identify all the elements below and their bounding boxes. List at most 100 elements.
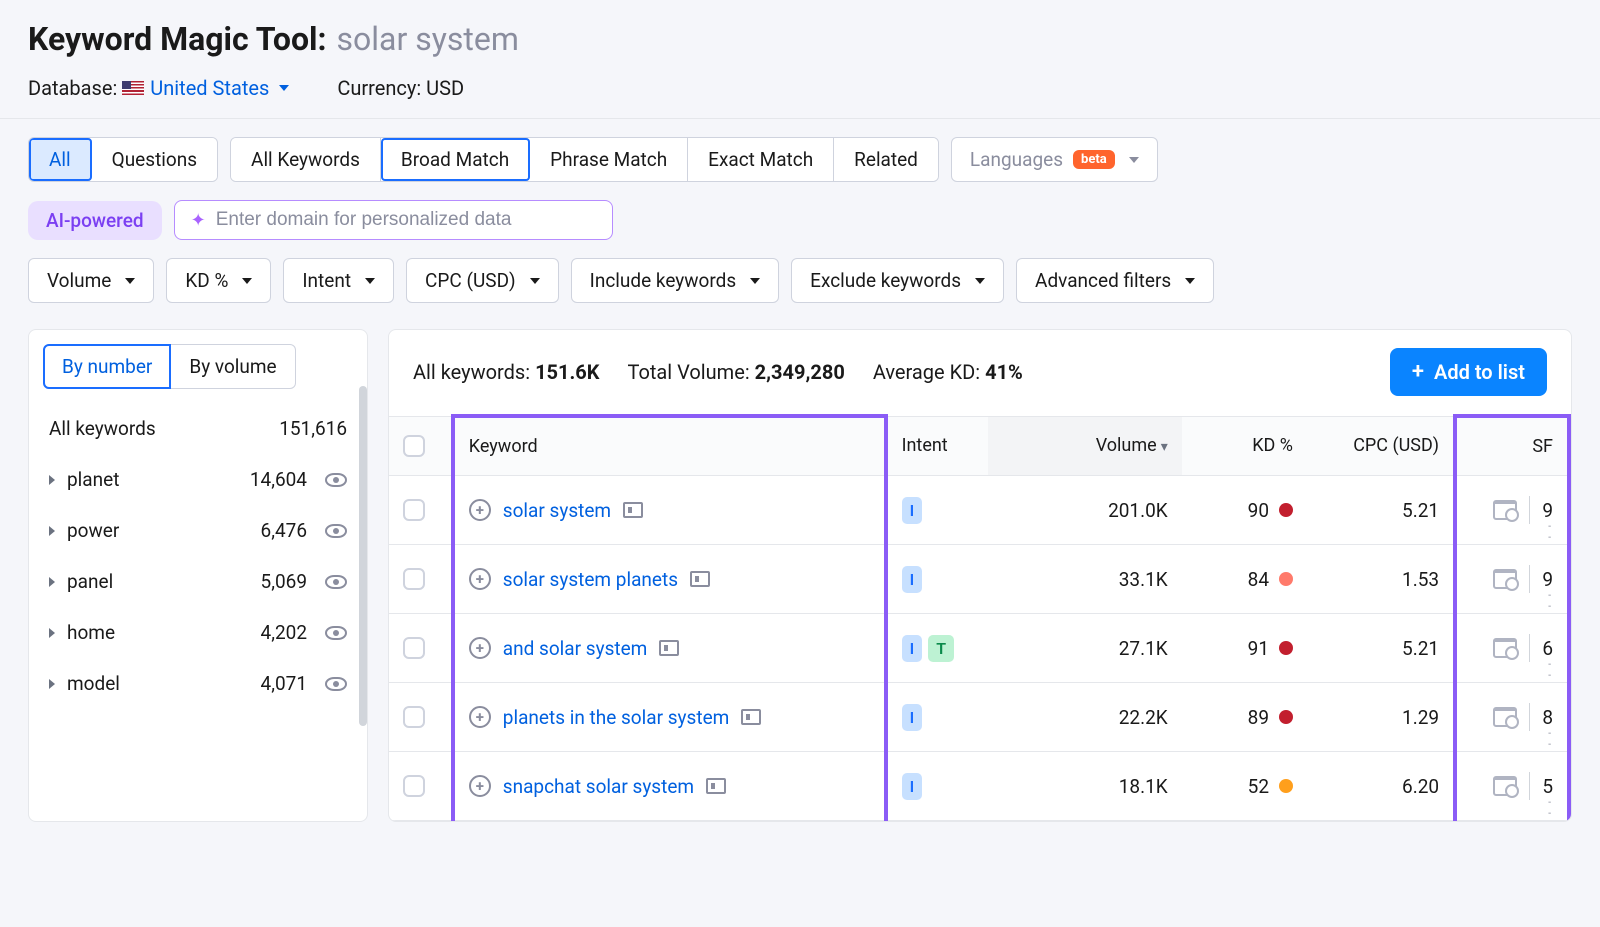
sidebar-item[interactable]: model 4,071 bbox=[29, 658, 367, 709]
add-to-list-button[interactable]: + Add to list bbox=[1390, 348, 1547, 396]
kd-cell: 90 bbox=[1248, 499, 1293, 522]
intent-badge-t: T bbox=[928, 635, 954, 662]
row-checkbox[interactable] bbox=[403, 706, 425, 728]
advanced-filters[interactable]: Advanced filters bbox=[1016, 258, 1214, 303]
cpc-filter[interactable]: CPC (USD) bbox=[406, 258, 559, 303]
sidebar-item[interactable]: home 4,202 bbox=[29, 607, 367, 658]
row-checkbox[interactable] bbox=[403, 499, 425, 521]
serp-icon[interactable] bbox=[690, 571, 710, 587]
languages-dropdown[interactable]: Languages beta bbox=[951, 137, 1158, 182]
sidebar-item[interactable]: planet 14,604 bbox=[29, 454, 367, 505]
seg-broad[interactable]: Broad Match bbox=[381, 138, 530, 181]
seg-all-keywords[interactable]: All Keywords bbox=[231, 138, 381, 181]
col-sf[interactable]: SF bbox=[1455, 416, 1569, 476]
seg-exact[interactable]: Exact Match bbox=[688, 138, 834, 181]
col-kd[interactable]: KD % bbox=[1182, 416, 1307, 476]
col-cpc[interactable]: CPC (USD) bbox=[1307, 416, 1455, 476]
serp-icon[interactable] bbox=[659, 640, 679, 656]
kd-filter[interactable]: KD % bbox=[166, 258, 271, 303]
eye-icon[interactable] bbox=[325, 626, 347, 640]
serp-icon[interactable] bbox=[706, 778, 726, 794]
row-checkbox[interactable] bbox=[403, 775, 425, 797]
chevron-down-icon bbox=[242, 278, 252, 284]
all-keywords-label: All keywords bbox=[49, 417, 156, 440]
keyword-link[interactable]: planets in the solar system bbox=[503, 706, 730, 729]
intent-cell: I bbox=[902, 497, 975, 524]
select-all-checkbox[interactable] bbox=[403, 435, 425, 457]
eye-icon[interactable] bbox=[325, 575, 347, 589]
chevron-right-icon bbox=[49, 577, 55, 587]
keyword-link[interactable]: snapchat solar system bbox=[503, 775, 694, 798]
include-keywords-filter[interactable]: Include keywords bbox=[571, 258, 780, 303]
serp-preview-icon[interactable] bbox=[1493, 500, 1517, 520]
flag-us-icon bbox=[122, 81, 144, 95]
serp-preview-icon[interactable] bbox=[1493, 569, 1517, 589]
kd-dot-icon bbox=[1279, 779, 1293, 793]
sf-count: 9- - bbox=[1542, 499, 1553, 522]
col-volume[interactable]: Volume▾ bbox=[988, 416, 1182, 476]
add-keyword-icon[interactable]: + bbox=[469, 568, 491, 590]
seg-questions[interactable]: Questions bbox=[92, 138, 217, 181]
add-keyword-icon[interactable]: + bbox=[469, 637, 491, 659]
serp-preview-icon[interactable] bbox=[1493, 638, 1517, 658]
volume-cell: 18.1K bbox=[988, 752, 1182, 821]
seg-related[interactable]: Related bbox=[834, 138, 938, 181]
page-header: Keyword Magic Tool: solar system Databas… bbox=[0, 0, 1600, 118]
serp-icon[interactable] bbox=[741, 709, 761, 725]
keyword-link[interactable]: and solar system bbox=[503, 637, 648, 660]
keyword-link[interactable]: solar system bbox=[503, 499, 611, 522]
intent-cell: I bbox=[902, 704, 975, 731]
row-checkbox[interactable] bbox=[403, 637, 425, 659]
add-keyword-icon[interactable]: + bbox=[469, 706, 491, 728]
plus-icon: + bbox=[1412, 361, 1424, 383]
seg-all[interactable]: All bbox=[29, 138, 92, 181]
eye-icon[interactable] bbox=[325, 524, 347, 538]
eye-icon[interactable] bbox=[325, 473, 347, 487]
ai-domain-field[interactable]: ✦ bbox=[174, 200, 613, 240]
ai-domain-input[interactable] bbox=[216, 209, 596, 231]
sidebar-item[interactable]: power 6,476 bbox=[29, 505, 367, 556]
divider bbox=[1529, 565, 1530, 593]
tab-by-volume[interactable]: By volume bbox=[171, 344, 295, 389]
sidebar-summary-row[interactable]: All keywords 151,616 bbox=[29, 403, 367, 454]
kd-dot-icon bbox=[1279, 503, 1293, 517]
sidebar-item-count: 5,069 bbox=[261, 570, 307, 593]
volume-filter[interactable]: Volume bbox=[28, 258, 154, 303]
results-table: Keyword Intent Volume▾ KD % CPC (USD) SF… bbox=[389, 414, 1571, 821]
add-keyword-icon[interactable]: + bbox=[469, 775, 491, 797]
cpc-cell: 1.29 bbox=[1307, 683, 1455, 752]
row-checkbox[interactable] bbox=[403, 568, 425, 590]
col-keyword[interactable]: Keyword bbox=[453, 416, 886, 476]
content-area: By number By volume All keywords 151,616… bbox=[0, 311, 1600, 822]
stat-all-keywords: All keywords: 151.6K bbox=[413, 360, 599, 384]
chevron-down-icon bbox=[365, 278, 375, 284]
keyword-link[interactable]: solar system planets bbox=[503, 568, 678, 591]
scrollbar[interactable] bbox=[359, 386, 367, 726]
kd-dot-icon bbox=[1279, 572, 1293, 586]
database-selector[interactable]: Database: United States bbox=[28, 76, 289, 100]
questions-segment: All Questions bbox=[28, 137, 218, 182]
tab-by-number[interactable]: By number bbox=[43, 344, 171, 389]
col-intent[interactable]: Intent bbox=[886, 416, 989, 476]
add-keyword-icon[interactable]: + bbox=[469, 499, 491, 521]
eye-icon[interactable] bbox=[325, 677, 347, 691]
table-row: + snapchat solar system I 18.1K 52 6.20 … bbox=[389, 752, 1569, 821]
chevron-down-icon bbox=[975, 278, 985, 284]
sf-count: 6- - bbox=[1542, 637, 1553, 660]
sidebar-item-label: model bbox=[67, 672, 249, 695]
sidebar-item[interactable]: panel 5,069 bbox=[29, 556, 367, 607]
serp-preview-icon[interactable] bbox=[1493, 776, 1517, 796]
chevron-down-icon bbox=[1185, 278, 1195, 284]
serp-icon[interactable] bbox=[623, 502, 643, 518]
seg-phrase[interactable]: Phrase Match bbox=[530, 138, 688, 181]
cpc-cell: 5.21 bbox=[1307, 614, 1455, 683]
volume-cell: 201.0K bbox=[988, 476, 1182, 545]
intent-badge-i: I bbox=[902, 497, 923, 524]
all-keywords-count: 151,616 bbox=[279, 417, 347, 440]
volume-cell: 33.1K bbox=[988, 545, 1182, 614]
filters-section: All Questions All Keywords Broad Match P… bbox=[0, 119, 1600, 311]
serp-preview-icon[interactable] bbox=[1493, 707, 1517, 727]
intent-filter[interactable]: Intent bbox=[283, 258, 394, 303]
exclude-keywords-filter[interactable]: Exclude keywords bbox=[791, 258, 1004, 303]
table-row: + solar system I 201.0K 90 5.21 9- - bbox=[389, 476, 1569, 545]
